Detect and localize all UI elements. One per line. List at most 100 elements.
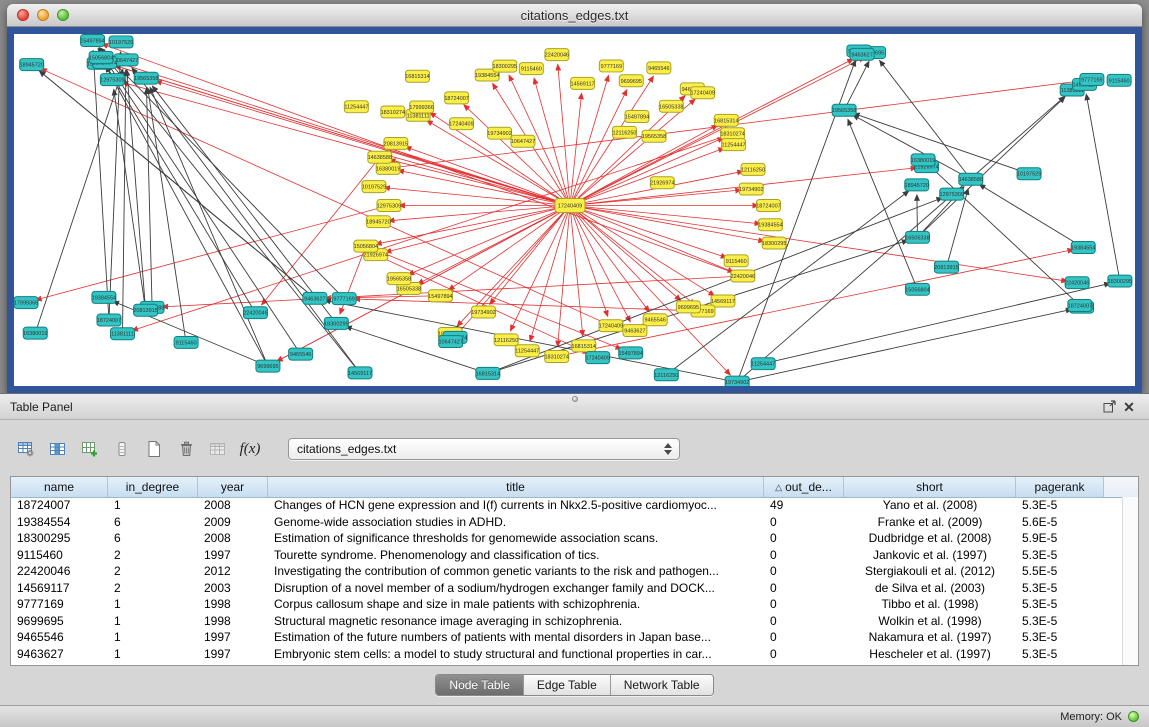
column-display-icon[interactable] — [46, 436, 70, 462]
graph-node[interactable]: 12116250 — [654, 369, 678, 381]
graph-node[interactable]: 9777169 — [332, 293, 356, 305]
graph-node[interactable]: 16815314 — [476, 367, 500, 379]
graph-node[interactable]: 16380019 — [911, 154, 935, 166]
graph-node[interactable]: 9463627 — [303, 292, 327, 304]
graph-node[interactable]: 9463627 — [623, 325, 647, 337]
delete-table-icon[interactable] — [174, 436, 198, 462]
column-header-out_degree[interactable]: △out_de... — [764, 477, 844, 497]
graph-node[interactable]: 18300295 — [324, 317, 348, 329]
graph-node[interactable]: 19384554 — [1071, 242, 1095, 254]
graph-node[interactable]: 19565358 — [642, 130, 666, 142]
table-row[interactable]: 2242004622012Investigating the contribut… — [11, 563, 1123, 580]
tab-network-table[interactable]: Network Table — [611, 675, 713, 695]
graph-node[interactable]: 10197529 — [362, 181, 386, 193]
table-row[interactable]: 946554611997Estimation of the future num… — [11, 629, 1123, 646]
graph-node[interactable]: 18724007 — [444, 92, 468, 104]
graph-node[interactable]: 16815314 — [572, 340, 596, 352]
table-row[interactable]: 1830029562008Estimation of significance … — [11, 530, 1123, 547]
graph-node[interactable]: 9699695 — [619, 75, 643, 87]
graph-node[interactable]: 9777169 — [1080, 73, 1104, 85]
column-header-year[interactable]: year — [198, 477, 268, 497]
graph-node[interactable]: 9115460 — [724, 255, 748, 267]
graph-node[interactable]: 18310274 — [381, 106, 405, 118]
graph-node[interactable]: 11254447 — [722, 139, 746, 151]
graph-node[interactable]: 21926974 — [650, 177, 674, 189]
graph-node[interactable]: 15056804 — [354, 240, 378, 252]
graph-node[interactable]: 16380019 — [376, 162, 400, 174]
delete-column-icon[interactable] — [110, 436, 134, 462]
table-settings-icon[interactable] — [14, 436, 38, 462]
function-builder-icon[interactable]: f(x) — [238, 436, 262, 462]
graph-node[interactable]: 9777169 — [599, 60, 623, 72]
new-table-icon[interactable] — [142, 436, 166, 462]
graph-node[interactable]: 15497894 — [618, 347, 642, 359]
graph-node[interactable]: 22420046 — [545, 49, 569, 61]
table-row[interactable]: 946362711997Embryonic stem cells: a mode… — [11, 646, 1123, 663]
graph-node[interactable]: 10647427 — [438, 336, 462, 348]
graph-node[interactable]: 12116250 — [612, 126, 636, 138]
graph-node[interactable]: 9465546 — [647, 62, 671, 74]
close-window-button[interactable] — [17, 9, 29, 21]
graph-node[interactable]: 11254447 — [515, 345, 539, 357]
graph-node[interactable]: 10647427 — [114, 54, 138, 66]
column-header-pagerank[interactable]: pagerank — [1016, 477, 1104, 497]
table-row[interactable]: 977716911998Corpus callosum shape and si… — [11, 596, 1123, 613]
zoom-window-button[interactable] — [57, 9, 69, 21]
graph-node[interactable]: 19565358 — [387, 273, 411, 285]
graph-node[interactable]: 19734902 — [725, 376, 749, 386]
graph-node[interactable]: 10197529 — [109, 36, 133, 48]
graph-node[interactable]: 9115460 — [519, 63, 543, 75]
graph-node[interactable]: 14569117 — [348, 367, 372, 379]
graph-node[interactable]: 15497894 — [80, 35, 104, 47]
graph-node[interactable]: 15056804 — [89, 51, 113, 63]
tab-edge-table[interactable]: Edge Table — [524, 675, 611, 695]
network-canvas[interactable]: 1872400719384554183002959115460224200461… — [14, 34, 1135, 386]
graph-node[interactable]: 18300295 — [762, 237, 786, 249]
graph-node[interactable]: 9465546 — [643, 314, 667, 326]
graph-node[interactable]: 9115460 — [174, 336, 198, 348]
table-row[interactable]: 1938455462009Genome-wide association stu… — [11, 514, 1123, 531]
graph-node[interactable]: 11381111 — [110, 328, 134, 340]
graph-node[interactable]: 19384554 — [758, 219, 782, 231]
graph-node[interactable]: 17999366 — [14, 297, 38, 309]
table-row[interactable]: 1872400712008Changes of HCN gene express… — [11, 497, 1123, 514]
graph-node[interactable]: 10647427 — [511, 135, 535, 147]
graph-node[interactable]: 16505338 — [905, 231, 929, 243]
minimize-window-button[interactable] — [37, 9, 49, 21]
vertical-scrollbar[interactable] — [1122, 497, 1138, 665]
graph-node[interactable]: 9465546 — [289, 348, 313, 360]
graph-node[interactable]: 22420046 — [243, 307, 267, 319]
graph-node[interactable]: 22420046 — [1065, 277, 1089, 289]
graph-node[interactable]: 18945720 — [19, 59, 43, 71]
graph-node[interactable]: 18300295 — [1108, 275, 1132, 287]
graph-node[interactable]: 9115460 — [1107, 74, 1131, 86]
graph-node[interactable]: 18724007 — [1068, 300, 1092, 312]
graph-node[interactable]: 14638588 — [368, 151, 392, 163]
graph-node[interactable]: 17240409 — [585, 352, 609, 364]
graph-node[interactable]: 16815314 — [714, 114, 738, 126]
graph-node[interactable]: 14569117 — [571, 77, 595, 89]
graph-node[interactable]: 19565358 — [832, 104, 856, 116]
panel-resize-grip[interactable] — [572, 396, 578, 402]
graph-node[interactable]: 18300295 — [493, 60, 517, 72]
graph-node[interactable]: 12975309 — [377, 200, 401, 212]
import-table-icon[interactable] — [206, 436, 230, 462]
graph-node[interactable]: 20813915 — [133, 304, 157, 316]
graph-node[interactable]: 10197529 — [1017, 168, 1041, 180]
graph-node[interactable]: 16505338 — [659, 100, 683, 112]
table-row[interactable]: 911546021997Tourette syndrome. Phenomeno… — [11, 547, 1123, 564]
graph-node[interactable]: 12975309 — [100, 74, 124, 86]
graph-node[interactable]: 11254447 — [344, 101, 368, 113]
graph-node[interactable]: 17240409 — [449, 118, 473, 130]
graph-node[interactable]: 16815314 — [405, 70, 429, 82]
graph-node[interactable]: 14638588 — [959, 173, 983, 185]
graph-node[interactable]: 15497894 — [625, 111, 649, 123]
graph-node[interactable]: 18945720 — [366, 216, 390, 228]
graph-node[interactable]: 12975309 — [940, 188, 964, 200]
tab-node-table[interactable]: Node Table — [436, 675, 524, 695]
graph-node[interactable]: 12116250 — [494, 334, 518, 346]
graph-node[interactable]: 18310274 — [544, 351, 568, 363]
graph-node[interactable]: 18310274 — [720, 128, 744, 140]
graph-node[interactable]: 17240409 — [690, 87, 714, 99]
table-row[interactable]: 969969511998Structural magnetic resonanc… — [11, 613, 1123, 630]
